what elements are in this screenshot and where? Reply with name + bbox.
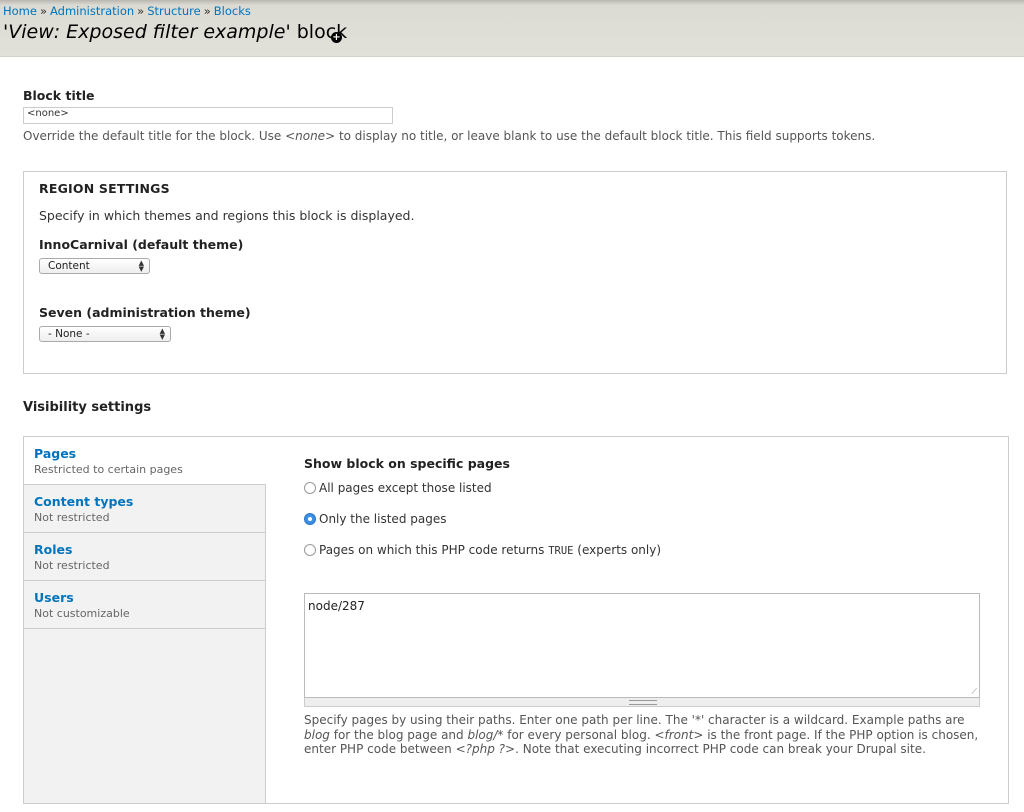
breadcrumb-administration[interactable]: Administration <box>50 4 134 18</box>
admin-theme-label: Seven (administration theme) <box>39 305 251 320</box>
tab-roles[interactable]: Roles Not restricted <box>24 533 265 581</box>
radio-all-pages-except[interactable]: All pages except those listed <box>304 481 492 497</box>
block-title-input[interactable]: <none> <box>23 107 393 124</box>
textarea-resize-grip[interactable] <box>304 698 980 707</box>
visibility-settings-title: Visibility settings <box>23 400 152 415</box>
radio-label: All pages except those listed <box>319 481 492 495</box>
default-theme-label: InnoCarnival (default theme) <box>39 237 244 252</box>
tab-summary: Restricted to certain pages <box>34 463 183 476</box>
breadcrumb-separator: » <box>203 4 211 18</box>
select-value: Content <box>48 260 90 272</box>
tab-title: Pages <box>34 446 77 461</box>
textarea-value: node/287 <box>308 599 365 613</box>
tab-title: Users <box>34 590 74 605</box>
show-block-pages-title: Show block on specific pages <box>304 456 510 471</box>
radio-label-suffix: (experts only) <box>573 543 662 557</box>
tab-title: Content types <box>34 494 134 509</box>
tab-summary: Not restricted <box>34 511 110 524</box>
select-arrows-icon: ▲ ▼ <box>138 259 144 273</box>
radio-label: Pages on which this PHP code returns <box>319 543 549 557</box>
breadcrumb-separator: » <box>39 4 48 18</box>
page-header: Home» Administration» Structure» Blocks 'Vi… <box>0 0 1024 57</box>
title-view-name: View: Exposed filter example <box>8 21 286 43</box>
tab-summary: Not customizable <box>34 607 130 620</box>
radio-label: Only the listed pages <box>319 512 447 526</box>
breadcrumb-structure[interactable]: Structure <box>147 4 201 18</box>
breadcrumb-separator: » <box>137 4 145 18</box>
page-title: 'View: Exposed filter example' block <box>3 21 347 43</box>
radio-only-listed-pages[interactable]: Only the listed pages <box>304 512 446 528</box>
radio-button-checked-icon[interactable] <box>304 512 316 525</box>
tab-users[interactable]: Users Not customizable <box>24 581 265 629</box>
breadcrumb: Home» Administration» Structure» Blocks <box>3 4 251 18</box>
region-settings-description: Specify in which themes and regions this… <box>39 208 415 223</box>
select-value: - None - <box>48 328 90 340</box>
radio-button-icon[interactable] <box>304 481 316 494</box>
add-shortcut-icon[interactable]: + <box>331 32 342 43</box>
tab-summary: Not restricted <box>34 559 110 572</box>
pages-description: Specify pages by using their paths. Ente… <box>304 713 979 756</box>
select-arrows-icon: ▲ ▼ <box>159 327 165 341</box>
tab-pages[interactable]: Pages Restricted to certain pages <box>24 437 266 485</box>
block-title-description: Override the default title for the block… <box>23 129 876 143</box>
block-title-label: Block title <box>23 88 95 103</box>
region-settings-legend: REGION SETTINGS <box>39 181 170 196</box>
resize-corner-icon[interactable]: ⟋ <box>971 688 977 696</box>
vertical-tab-list: Pages Restricted to certain pages Conten… <box>24 437 266 803</box>
radio-label-code: TRUE <box>548 545 574 557</box>
visibility-vertical-tabs: Pages Restricted to certain pages Conten… <box>23 436 1009 804</box>
radio-button-icon[interactable] <box>304 543 316 556</box>
admin-theme-region-select[interactable]: - None - ▲ ▼ <box>39 326 171 342</box>
breadcrumb-blocks[interactable]: Blocks <box>214 4 251 18</box>
radio-php-code[interactable]: Pages on which this PHP code returns TRU… <box>304 543 661 559</box>
breadcrumb-home[interactable]: Home <box>3 4 37 18</box>
tab-content-types[interactable]: Content types Not restricted <box>24 485 265 533</box>
pages-textarea[interactable]: node/287 ⟋ <box>304 593 980 698</box>
region-settings-fieldset: REGION SETTINGS Specify in which themes … <box>23 171 1007 374</box>
default-theme-region-select[interactable]: Content ▲ ▼ <box>39 258 150 274</box>
tab-title: Roles <box>34 542 73 557</box>
